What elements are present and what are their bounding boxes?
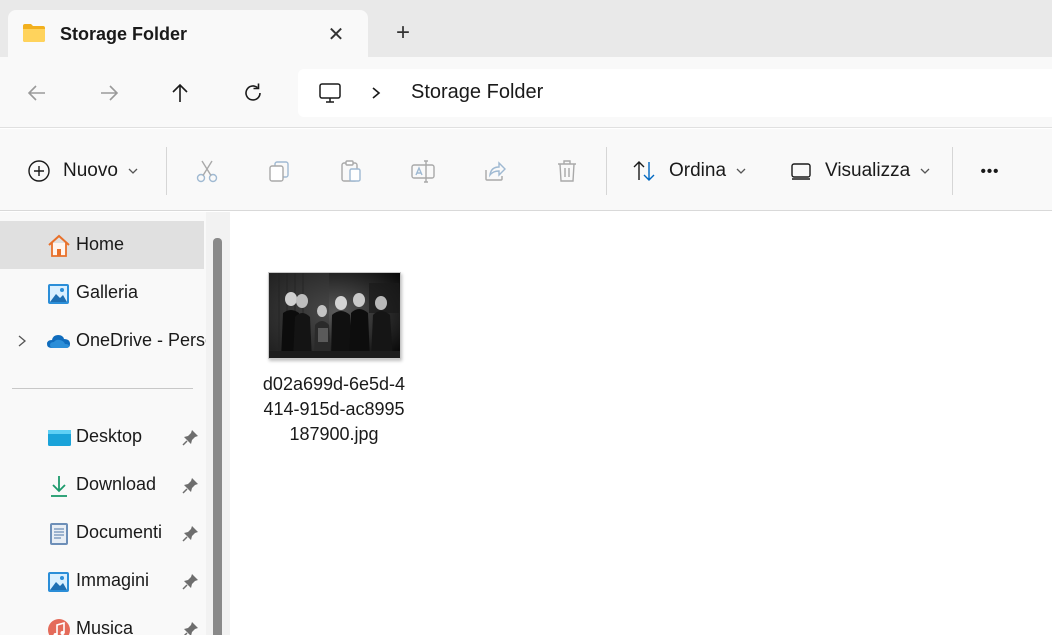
arrow-left-icon xyxy=(27,85,45,101)
command-bar: Nuovo Ordina Visualizza ••• xyxy=(0,129,1052,211)
home-icon xyxy=(48,234,70,257)
tab-strip: Storage Folder ✕ + xyxy=(0,0,1052,57)
sidebar-scrollbar-thumb[interactable] xyxy=(213,238,222,635)
image-thumbnail xyxy=(268,272,401,359)
toolbar-divider xyxy=(952,147,953,195)
more-options-button[interactable]: ••• xyxy=(976,157,1004,185)
gallery-icon xyxy=(48,284,69,304)
navigation-bar: Storage Folder xyxy=(0,57,1052,128)
breadcrumb-storage-folder[interactable]: Storage Folder xyxy=(411,81,543,104)
sidebar-item-desktop[interactable]: Desktop xyxy=(0,413,204,461)
tab-storage-folder[interactable]: Storage Folder ✕ xyxy=(8,10,368,57)
document-icon xyxy=(50,523,68,545)
clipboard-icon xyxy=(341,160,361,182)
refresh-icon xyxy=(245,83,261,101)
delete-button[interactable] xyxy=(553,157,581,185)
paste-button[interactable] xyxy=(337,157,365,185)
chevron-right-icon[interactable] xyxy=(368,81,384,105)
sidebar-item-documents[interactable]: Documenti xyxy=(0,509,204,557)
sort-button-label: Ordina xyxy=(669,160,727,181)
address-bar[interactable]: Storage Folder xyxy=(298,69,1052,117)
music-icon xyxy=(48,619,70,635)
sort-icon xyxy=(633,161,655,181)
rename-button[interactable] xyxy=(409,157,437,185)
chevron-down-icon xyxy=(128,168,138,174)
sidebar-item-home[interactable]: Home xyxy=(0,221,204,269)
sidebar-item-label: Immagini xyxy=(76,570,150,590)
rename-icon xyxy=(411,160,435,183)
toolbar-divider xyxy=(166,147,167,195)
pin-icon[interactable] xyxy=(182,476,200,494)
sidebar-item-label: Galleria xyxy=(76,282,139,302)
pin-icon[interactable] xyxy=(182,572,200,590)
scissors-icon xyxy=(196,160,218,183)
arrow-up-icon xyxy=(172,83,188,102)
sidebar-divider xyxy=(12,388,193,389)
file-explorer-window: Storage Folder ✕ + Storage Folder Nuovo xyxy=(0,0,1052,635)
forward-button[interactable] xyxy=(95,79,123,107)
sort-button[interactable]: Ordina xyxy=(631,155,746,187)
cut-button[interactable] xyxy=(193,157,221,185)
view-button-label: Visualizza xyxy=(825,160,911,181)
sidebar-item-label: Download xyxy=(76,474,157,494)
sidebar-item-pictures[interactable]: Immagini xyxy=(0,557,204,605)
tab-title: Storage Folder xyxy=(60,24,188,44)
up-button[interactable] xyxy=(166,79,194,107)
photo-thumbnail-image xyxy=(269,273,400,358)
file-name-label: d02a699d-6e5d-4414-915d-ac8995187900.jpg xyxy=(262,374,406,444)
pin-icon[interactable] xyxy=(182,524,200,542)
download-icon xyxy=(51,476,67,497)
plus-circle-icon xyxy=(28,160,50,182)
refresh-button[interactable] xyxy=(239,79,267,107)
chevron-down-icon xyxy=(736,168,746,174)
view-icon xyxy=(791,163,811,180)
trash-icon xyxy=(558,160,576,182)
copy-icon xyxy=(269,161,289,182)
toolbar-divider xyxy=(606,147,607,195)
new-button-label: Nuovo xyxy=(63,160,118,181)
sidebar-item-label: Desktop xyxy=(76,426,143,446)
sidebar-item-label: Musica xyxy=(76,618,134,635)
sidebar-item-label: OneDrive - Perso xyxy=(76,330,206,350)
pin-icon[interactable] xyxy=(182,620,200,635)
sidebar-item-label: Documenti xyxy=(76,522,163,542)
view-button[interactable]: Visualizza xyxy=(789,155,930,187)
cloud-icon xyxy=(47,335,70,348)
desktop-icon xyxy=(48,430,71,446)
share-icon xyxy=(485,161,506,181)
computer-icon xyxy=(319,83,341,103)
share-button[interactable] xyxy=(481,157,509,185)
new-button[interactable]: Nuovo xyxy=(27,155,138,187)
new-tab-button[interactable]: + xyxy=(390,19,416,46)
folder-icon xyxy=(23,24,45,42)
back-button[interactable] xyxy=(23,79,51,107)
sidebar-item-music[interactable]: Musica xyxy=(0,605,204,635)
pin-icon[interactable] xyxy=(182,428,200,446)
sidebar-item-onedrive[interactable]: OneDrive - Perso xyxy=(0,317,206,365)
chevron-down-icon xyxy=(920,168,930,174)
navigation-pane: Home Galleria OneDrive - Perso Desktop D… xyxy=(0,212,206,635)
chevron-right-icon[interactable] xyxy=(15,333,29,349)
pictures-icon xyxy=(48,572,69,592)
file-list-area[interactable]: d02a699d-6e5d-4414-915d-ac8995187900.jpg xyxy=(230,212,1052,635)
close-tab-icon[interactable]: ✕ xyxy=(324,22,348,46)
sidebar-item-download[interactable]: Download xyxy=(0,461,204,509)
copy-button[interactable] xyxy=(265,157,293,185)
arrow-right-icon xyxy=(101,85,119,101)
sidebar-item-label: Home xyxy=(76,234,125,254)
sidebar-item-gallery[interactable]: Galleria xyxy=(0,269,204,317)
